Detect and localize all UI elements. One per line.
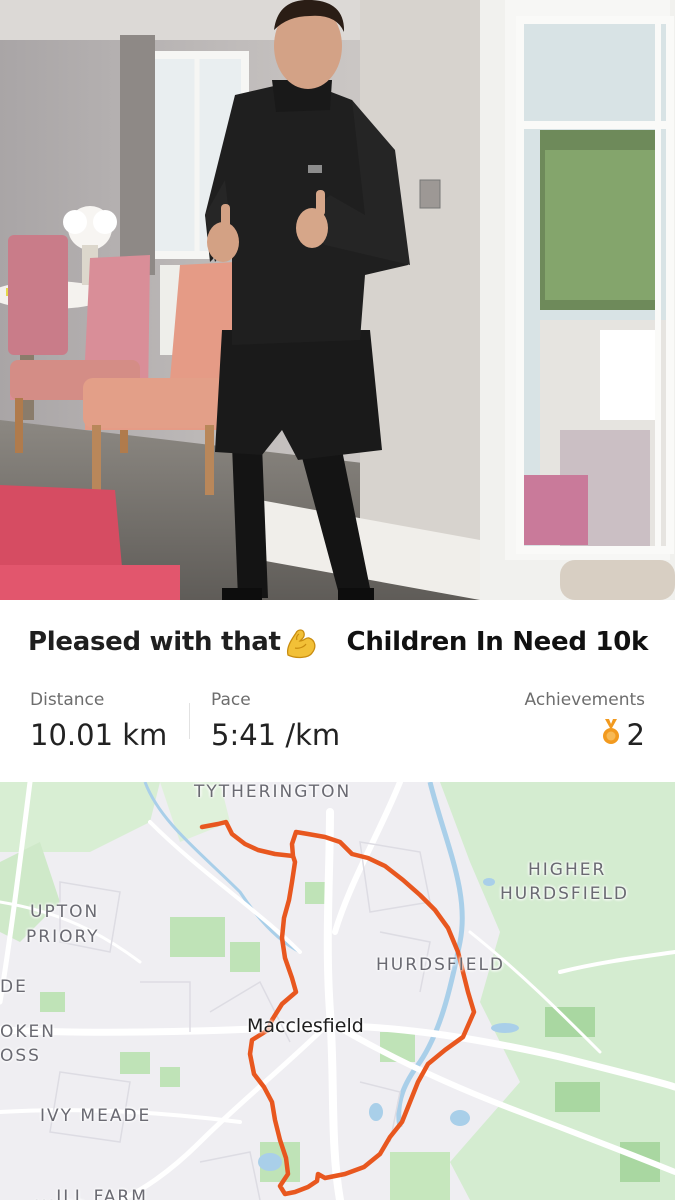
flexed-biceps-icon (282, 625, 320, 663)
pace-value: 5:41 /km (211, 718, 341, 752)
map-label-upton: UPTON (30, 902, 100, 922)
distance-value: 10.01 km (30, 718, 168, 752)
activity-summary-card: Pleased with that Children In Need 10k D… (0, 600, 675, 782)
achievements-value-row: 2 (525, 718, 645, 752)
stat-achievements[interactable]: Achievements 2 (525, 690, 645, 752)
map-label-cut: ...ILL FARM (34, 1187, 148, 1200)
map-label-higher-hurdsfield: HURDSFIELD (500, 884, 630, 904)
activity-photo[interactable] (0, 0, 675, 600)
achievements-count: 2 (626, 718, 645, 752)
photo-runner-thumbs-up (0, 0, 675, 600)
stat-pace: Pace 5:41 /km (211, 690, 340, 752)
map-label-oken: OKEN (0, 1022, 56, 1042)
map-label-town: Macclesfield (247, 1015, 364, 1037)
medal-icon (601, 718, 621, 752)
map-canvas (0, 782, 675, 1200)
pace-label: Pace (211, 690, 251, 710)
map-label-hurdsfield: HURDSFIELD (376, 955, 506, 975)
map-label-de: DE (0, 977, 28, 997)
map-label-oss: OSS (0, 1046, 41, 1066)
activity-title[interactable]: Pleased with that (28, 627, 281, 657)
map-label-tytherington: TYTHERINGTON (194, 782, 352, 802)
activity-title-row: Pleased with that Children In Need 10k (28, 627, 648, 667)
achievements-label: Achievements (524, 690, 645, 710)
stat-distance: Distance 10.01 km (30, 690, 167, 752)
map-label-ivy-meade: IVY MEADE (40, 1106, 152, 1126)
map-label-priory: PRIORY (26, 927, 100, 947)
route-map[interactable]: TYTHERINGTON HIGHER HURDSFIELD UPTON PRI… (0, 782, 675, 1200)
distance-label: Distance (30, 690, 105, 710)
map-label-higher: HIGHER (528, 860, 607, 880)
event-name[interactable]: Children In Need 10k (347, 627, 649, 657)
stat-divider (189, 703, 190, 739)
